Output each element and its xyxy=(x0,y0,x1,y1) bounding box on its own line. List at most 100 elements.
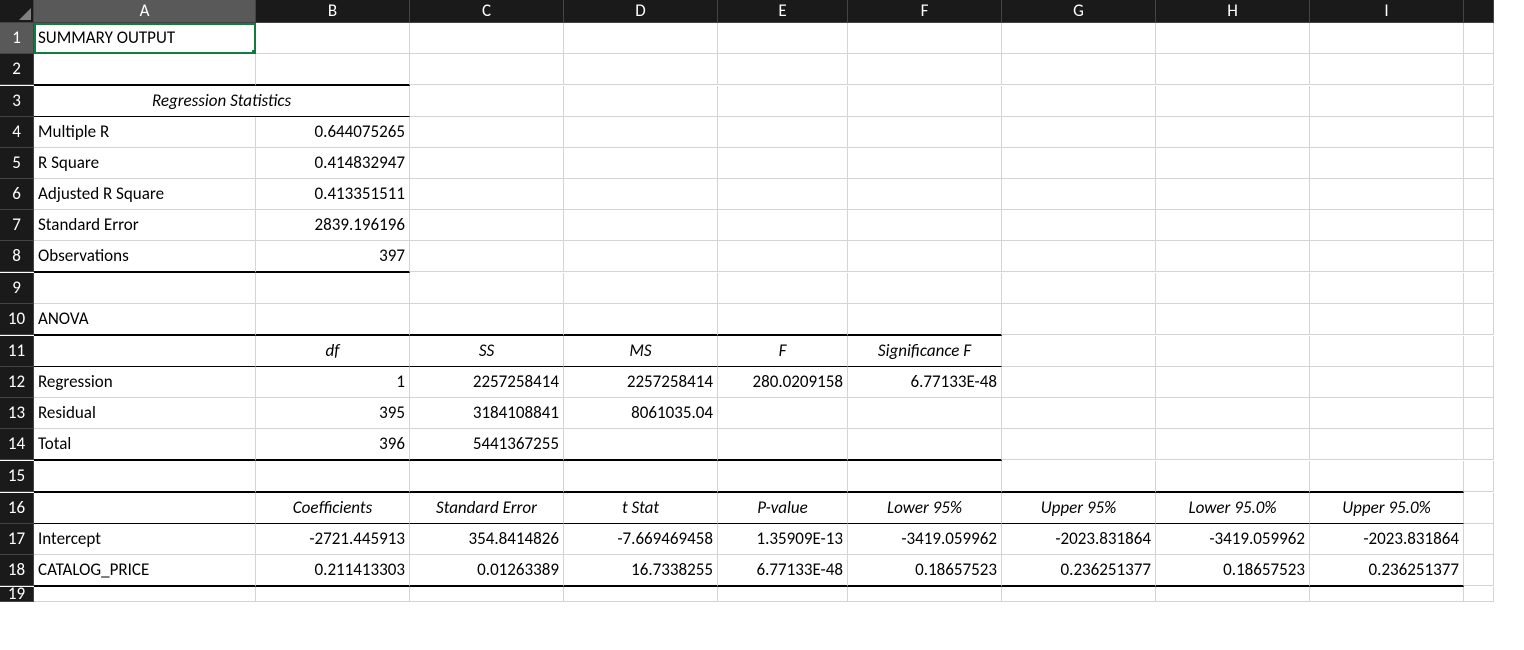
cell-B19[interactable] xyxy=(256,587,410,602)
cell-B7[interactable]: 2839.196196 xyxy=(256,210,410,241)
cell-I3[interactable] xyxy=(1310,86,1464,117)
cell-H2[interactable] xyxy=(1156,54,1310,85)
cell-H17[interactable]: -3419.059962 xyxy=(1156,524,1310,555)
cell-edge[interactable] xyxy=(1464,273,1494,304)
cell-B13[interactable]: 395 xyxy=(256,398,410,429)
cell-B2[interactable] xyxy=(256,54,410,86)
row-header-3[interactable]: 3 xyxy=(0,86,34,117)
cell-F7[interactable] xyxy=(848,210,1002,241)
cell-H12[interactable] xyxy=(1156,367,1310,398)
cell-B18[interactable]: 0.211413303 xyxy=(256,555,410,587)
cell-I4[interactable] xyxy=(1310,117,1464,148)
cell-G7[interactable] xyxy=(1002,210,1156,241)
cell-G11[interactable] xyxy=(1002,336,1156,367)
cell-B10[interactable] xyxy=(256,304,410,336)
cell-F5[interactable] xyxy=(848,148,1002,179)
cell-D1[interactable] xyxy=(564,23,718,54)
cell-B4[interactable]: 0.644075265 xyxy=(256,117,410,148)
cell-B5[interactable]: 0.414832947 xyxy=(256,148,410,179)
row-header-16[interactable]: 16 xyxy=(0,493,34,524)
cell-E16[interactable]: P-value xyxy=(718,493,848,524)
cell-I5[interactable] xyxy=(1310,148,1464,179)
row-header-15[interactable]: 15 xyxy=(0,461,34,492)
cell-A12[interactable]: Regression xyxy=(34,367,256,398)
cell-I2[interactable] xyxy=(1310,54,1464,85)
cell-G2[interactable] xyxy=(1002,54,1156,85)
cell-edge[interactable] xyxy=(1464,179,1494,210)
cell-A3-B3[interactable]: Regression Statistics xyxy=(34,86,410,117)
cell-F17[interactable]: -3419.059962 xyxy=(848,524,1002,555)
cell-A10[interactable]: ANOVA xyxy=(34,304,256,336)
cell-F18[interactable]: 0.18657523 xyxy=(848,555,1002,587)
cell-H19[interactable] xyxy=(1156,587,1310,602)
cell-B8[interactable]: 397 xyxy=(256,241,410,273)
cell-F11[interactable]: Significance F xyxy=(848,336,1002,367)
cell-edge[interactable] xyxy=(1464,587,1494,602)
cell-H14[interactable] xyxy=(1156,429,1310,460)
cell-G14[interactable] xyxy=(1002,429,1156,460)
cell-E17[interactable]: 1.35909E-13 xyxy=(718,524,848,555)
cell-B17[interactable]: -2721.445913 xyxy=(256,524,410,555)
cell-F19[interactable] xyxy=(848,587,1002,602)
cell-B14[interactable]: 396 xyxy=(256,429,410,461)
cell-C6[interactable] xyxy=(410,179,564,210)
cell-F9[interactable] xyxy=(848,273,1002,304)
cell-edge[interactable] xyxy=(1464,241,1494,272)
cell-F16[interactable]: Lower 95% xyxy=(848,493,1002,524)
cell-A6[interactable]: Adjusted R Square xyxy=(34,179,256,210)
cell-D3[interactable] xyxy=(564,86,718,117)
cell-F15[interactable] xyxy=(848,461,1002,493)
cell-A7[interactable]: Standard Error xyxy=(34,210,256,241)
cell-B11[interactable]: df xyxy=(256,336,410,367)
cell-E7[interactable] xyxy=(718,210,848,241)
cell-I9[interactable] xyxy=(1310,273,1464,304)
row-header-7[interactable]: 7 xyxy=(0,210,34,241)
cell-edge[interactable] xyxy=(1464,524,1494,555)
cell-B15[interactable] xyxy=(256,461,410,493)
cell-A17[interactable]: Intercept xyxy=(34,524,256,555)
col-header-I[interactable]: I xyxy=(1310,0,1464,23)
col-header-F[interactable]: F xyxy=(848,0,1002,23)
select-all-corner[interactable] xyxy=(0,0,34,23)
cell-A11[interactable] xyxy=(34,336,256,367)
cell-F6[interactable] xyxy=(848,179,1002,210)
cell-I11[interactable] xyxy=(1310,336,1464,367)
cell-H4[interactable] xyxy=(1156,117,1310,148)
cell-A1[interactable]: SUMMARY OUTPUT xyxy=(34,23,256,54)
cell-G4[interactable] xyxy=(1002,117,1156,148)
cell-E3[interactable] xyxy=(718,86,848,117)
cell-E9[interactable] xyxy=(718,273,848,304)
col-header-A[interactable]: A xyxy=(34,0,256,23)
cell-I15[interactable] xyxy=(1310,461,1464,493)
cell-G5[interactable] xyxy=(1002,148,1156,179)
cell-I10[interactable] xyxy=(1310,304,1464,335)
col-header-H[interactable]: H xyxy=(1156,0,1310,23)
cell-F1[interactable] xyxy=(848,23,1002,54)
cell-E12[interactable]: 280.0209158 xyxy=(718,367,848,398)
cell-D2[interactable] xyxy=(564,54,718,85)
cell-B9[interactable] xyxy=(256,273,410,304)
cell-I6[interactable] xyxy=(1310,179,1464,210)
cell-C17[interactable]: 354.8414826 xyxy=(410,524,564,555)
cell-G16[interactable]: Upper 95% xyxy=(1002,493,1156,524)
cell-D9[interactable] xyxy=(564,273,718,304)
cell-F14[interactable] xyxy=(848,429,1002,461)
cell-H18[interactable]: 0.18657523 xyxy=(1156,555,1310,587)
cell-G3[interactable] xyxy=(1002,86,1156,117)
cell-E18[interactable]: 6.77133E-48 xyxy=(718,555,848,587)
cell-G18[interactable]: 0.236251377 xyxy=(1002,555,1156,587)
cell-edge[interactable] xyxy=(1464,117,1494,148)
cell-edge[interactable] xyxy=(1464,304,1494,335)
col-header-E[interactable]: E xyxy=(718,0,848,23)
cell-I1[interactable] xyxy=(1310,23,1464,54)
cell-A19[interactable] xyxy=(34,587,256,602)
cell-A16[interactable] xyxy=(34,493,256,524)
row-header-12[interactable]: 12 xyxy=(0,367,34,398)
cell-C5[interactable] xyxy=(410,148,564,179)
row-header-17[interactable]: 17 xyxy=(0,524,34,555)
cell-I18[interactable]: 0.236251377 xyxy=(1310,555,1464,587)
spreadsheet-grid[interactable]: A B C D E F G H I 1 SUMMARY OUTPUT 2 3 R… xyxy=(0,0,1524,602)
cell-I12[interactable] xyxy=(1310,367,1464,398)
cell-B1[interactable] xyxy=(256,23,410,54)
cell-F3[interactable] xyxy=(848,86,1002,117)
